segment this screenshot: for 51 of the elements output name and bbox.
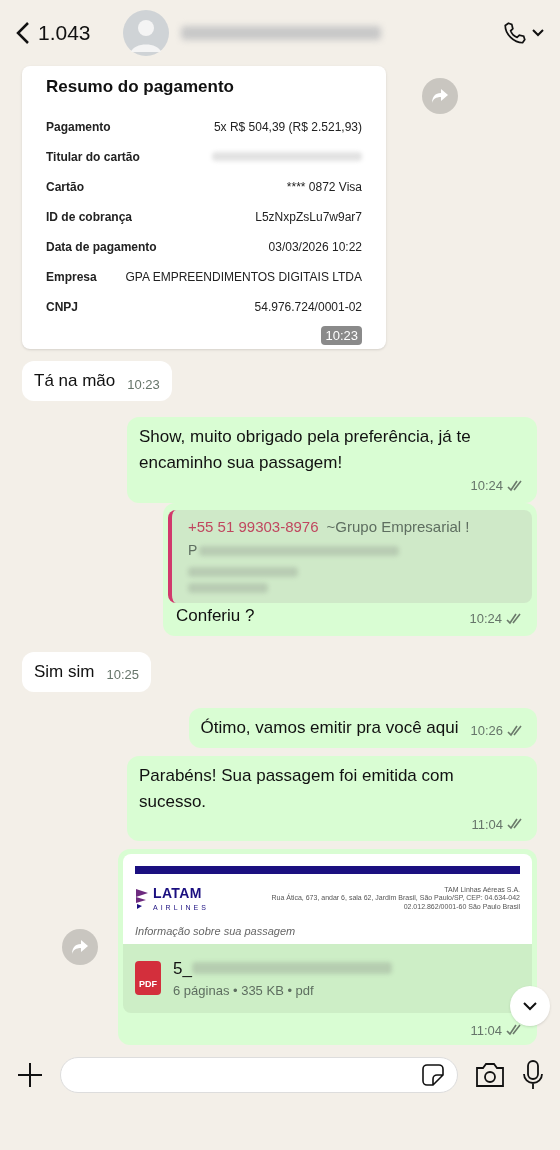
field-label: Pagamento [46,118,111,136]
field-value: L5zNxpZsLu7w9ar7 [255,208,362,226]
field-value: **** 0872 Visa [286,178,362,196]
back-button[interactable]: 1.043 [16,17,91,49]
chevron-down-icon [522,1001,538,1011]
microphone-icon[interactable] [522,1060,544,1090]
quote-text: P [188,541,198,560]
field-value: GPA EMPREENDIMENTOS DIGITAIS LTDA [125,268,362,286]
sticker-icon[interactable] [421,1063,445,1087]
message-time: 10:23 [127,375,160,394]
chevron-down-icon [532,29,544,37]
message-text: Tá na mão [34,370,116,392]
file-details: 6 páginas • 335 KB • pdf [173,982,315,1000]
message-text: Sim sim [34,660,95,683]
back-icon [16,21,30,45]
brand-name: LATAM [153,886,203,900]
field-label: Cartão [46,178,84,196]
phone-icon [502,20,528,46]
camera-icon[interactable] [474,1062,506,1088]
field-label: CNPJ [46,298,78,316]
message-time: 10:24 [469,610,502,628]
file-name: 5_ [173,957,192,980]
document-heading: Informação sobre sua passagem [135,924,297,939]
forward-icon [431,88,449,104]
file-type-label: PDF [139,977,157,991]
message-text: Ótimo, vamos emitir pra você aqui [200,716,459,739]
quote-author: +55 51 99303-8976 [188,516,319,537]
message-time: 10:24 [470,477,503,495]
field-value: 54.976.724/0001-02 [254,298,362,316]
message-time: 10:25 [106,666,139,684]
message-input-field[interactable] [60,1057,458,1093]
message-text: Show, muito obrigado pela preferência, já te encaminho sua passagem! [139,426,472,474]
card-title: Resumo do pagamento [46,76,235,98]
message-text: Conferiu ? [176,605,255,627]
call-button[interactable] [502,20,544,46]
message-time: 11:04 [471,815,503,834]
message-time: 11:04 [470,1021,502,1040]
message-text: Parabéns! Sua passagem foi emitida com sucesso. [139,764,455,813]
message-time: 10:23 [321,325,362,345]
field-label: ID de cobrança [46,208,133,226]
latam-logo-icon [135,887,149,910]
field-label: Data de pagamento [46,238,157,256]
field-label: Titular do cartão [46,148,140,166]
plus-icon[interactable] [16,1061,44,1089]
quote-group: ~Grupo Empresarial ! [326,515,470,538]
field-label: Empresa [46,268,97,286]
field-value: 5x R$ 504,39 (R$ 2.521,93) [213,118,362,136]
scroll-down-button[interactable] [510,986,550,1026]
field-value: 03/03/2026 10:22 [268,238,362,256]
message-time: 10:26 [470,722,503,740]
forward-icon [71,939,89,955]
